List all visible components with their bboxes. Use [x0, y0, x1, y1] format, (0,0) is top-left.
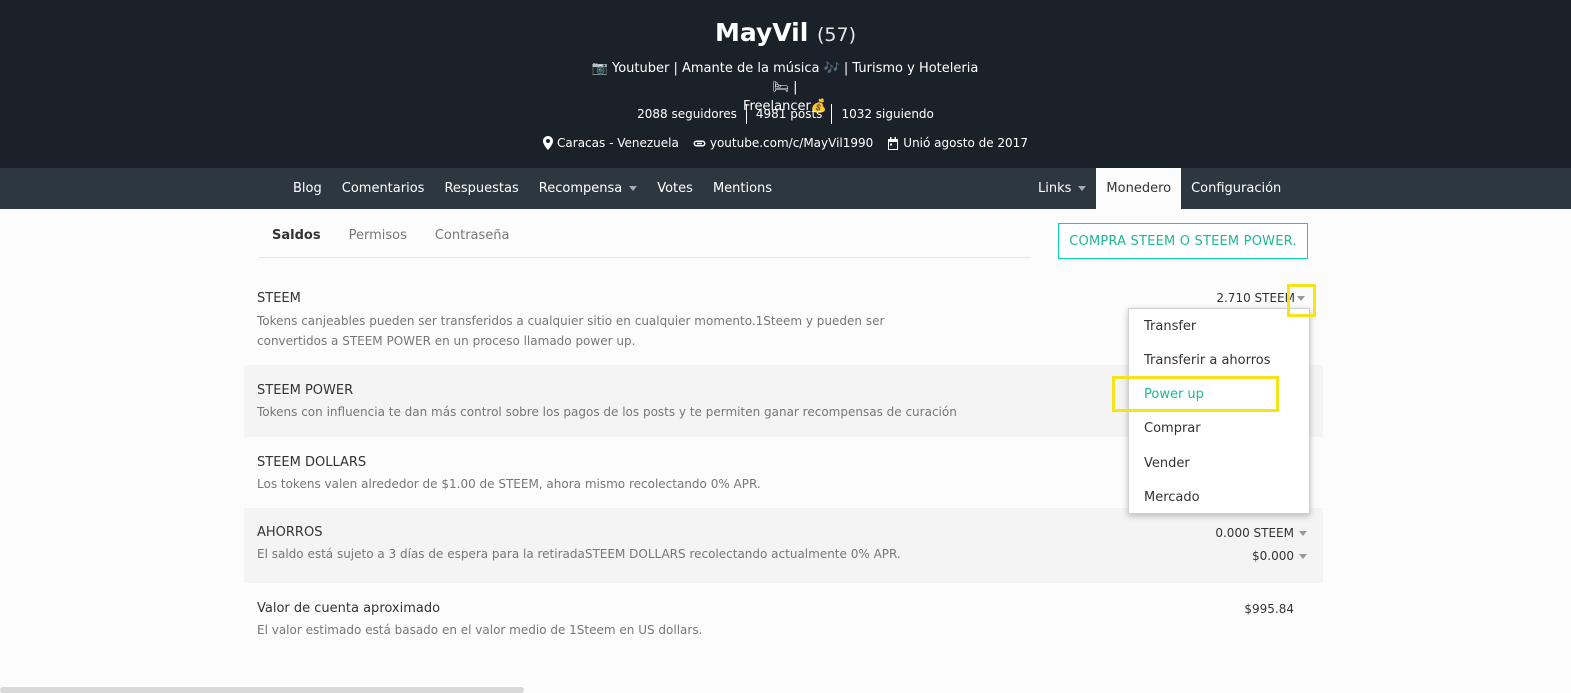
- nav-rewards-label: Recompensa: [538, 181, 623, 196]
- buy-steem-button[interactable]: COMPRA STEEM O STEEM POWER.: [1058, 223, 1308, 259]
- account-value-description: El valor estimado está basado en el valo…: [257, 623, 703, 637]
- tab-permissions[interactable]: Permisos: [335, 224, 421, 257]
- nav-wallet[interactable]: Monedero: [1096, 168, 1182, 209]
- nav-rewards[interactable]: Recompensa: [529, 168, 647, 209]
- steem-power-description: Tokens con influencia te dan más control…: [257, 405, 957, 419]
- steem-description: Tokens canjeables pueden ser transferido…: [257, 314, 885, 348]
- steem-amount: 2.710 STEEM: [1216, 291, 1295, 305]
- menu-item-buy[interactable]: Comprar: [1144, 421, 1201, 436]
- steem-amount-dropdown[interactable]: 2.710 STEEM: [1216, 291, 1295, 305]
- calendar-icon: [888, 136, 899, 150]
- joined-text: Unió agosto de 2017: [903, 136, 1028, 150]
- menu-item-sell[interactable]: Vender: [1144, 456, 1190, 471]
- account-value-amount: $995.84: [1244, 602, 1294, 616]
- nav-votes[interactable]: Votes: [647, 168, 703, 209]
- about-line-1: 📷 Youtuber | Amante de la música 🎶 | Tur…: [591, 61, 979, 95]
- following-count[interactable]: 1032 siguiendo: [832, 104, 942, 124]
- steem-actions-menu: Transfer Transferir a ahorros Power up C…: [1128, 308, 1310, 514]
- link-icon: [693, 140, 706, 146]
- menu-item-power-up[interactable]: Power up: [1144, 387, 1204, 402]
- username: MayVil: [714, 18, 809, 47]
- chevron-down-icon: [629, 186, 638, 191]
- chevron-down-icon: [1299, 530, 1307, 536]
- nav-links-label: Links: [1038, 181, 1072, 196]
- menu-item-transfer-to-savings[interactable]: Transferir a ahorros: [1144, 353, 1271, 368]
- steem-dollars-description: Los tokens valen alrededor de $1.00 de S…: [257, 477, 761, 491]
- website[interactable]: youtube.com/c/MayVil1990: [693, 134, 873, 152]
- profile-header: MayVil (57) 📷 Youtuber | Amante de la mú…: [0, 0, 1571, 168]
- location: Caracas - Venezuela: [543, 134, 679, 152]
- steem-title: STEEM: [257, 291, 301, 306]
- wallet-row-savings: AHORROS El saldo está sujeto a 3 días de…: [244, 508, 1323, 583]
- horizontal-scrollbar[interactable]: [0, 687, 524, 693]
- website-link[interactable]: youtube.com/c/MayVil1990: [710, 134, 873, 152]
- savings-sbd-amount: $0.000: [1252, 549, 1294, 563]
- nav-replies[interactable]: Respuestas: [434, 168, 528, 209]
- steem-power-title: STEEM POWER: [257, 383, 354, 398]
- reputation-score: (57): [817, 24, 857, 46]
- nav-mentions[interactable]: Mentions: [703, 168, 782, 209]
- savings-description: El saldo está sujeto a 3 días de espera …: [257, 547, 901, 561]
- profile-meta: Caracas - Venezuela youtube.com/c/MayVil…: [0, 134, 1571, 152]
- tab-password[interactable]: Contraseña: [421, 224, 524, 257]
- joined-date: Unió agosto de 2017: [887, 134, 1028, 152]
- savings-sbd-dropdown[interactable]: $0.000: [1252, 549, 1307, 563]
- menu-item-transfer[interactable]: Transfer: [1144, 319, 1196, 334]
- nav-links[interactable]: Links: [1028, 168, 1096, 209]
- wallet-row-account-value: Valor de cuenta aproximado El valor esti…: [244, 583, 1323, 653]
- profile-navbar: Blog Comentarios Respuestas Recompensa V…: [0, 168, 1571, 209]
- location-text: Caracas - Venezuela: [557, 136, 679, 150]
- profile-stats: 2088 seguidores 4981 posts 1032 siguiend…: [0, 104, 1571, 124]
- account-value-title: Valor de cuenta aproximado: [257, 601, 441, 616]
- wallet-tabs: Saldos Permisos Contraseña: [258, 224, 1031, 258]
- savings-steem-dropdown[interactable]: 0.000 STEEM: [1215, 526, 1307, 540]
- steem-dollars-title: STEEM DOLLARS: [257, 455, 367, 470]
- profile-name: MayVil (57): [0, 18, 1571, 47]
- chevron-down-icon: [1078, 186, 1087, 191]
- followers-count[interactable]: 2088 seguidores: [628, 104, 747, 124]
- nav-settings[interactable]: Configuración: [1181, 168, 1291, 209]
- location-pin-icon: [543, 136, 554, 150]
- menu-item-market[interactable]: Mercado: [1144, 490, 1200, 505]
- chevron-down-icon[interactable]: [1297, 296, 1305, 301]
- nav-comments[interactable]: Comentarios: [332, 168, 435, 209]
- chevron-down-icon: [1299, 553, 1307, 559]
- savings-title: AHORROS: [257, 525, 323, 540]
- posts-count: 4981 posts: [747, 104, 833, 124]
- savings-steem-amount: 0.000 STEEM: [1215, 526, 1294, 540]
- nav-blog[interactable]: Blog: [283, 168, 332, 209]
- tab-balances[interactable]: Saldos: [258, 224, 335, 257]
